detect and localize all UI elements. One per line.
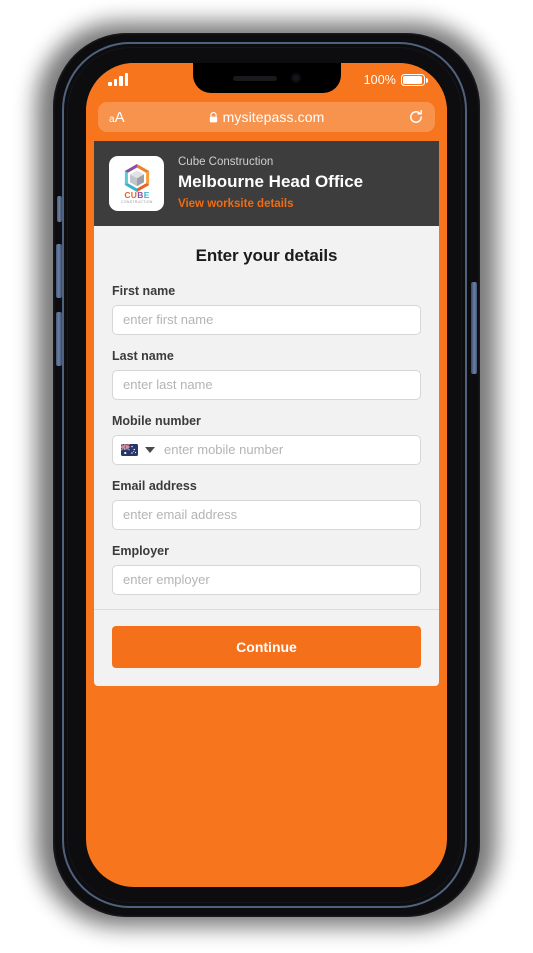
lock-icon xyxy=(209,111,217,122)
browser-toolbar: aA mysitepass.com xyxy=(86,97,447,141)
speaker-grille xyxy=(232,75,277,81)
url-text: mysitepass.com xyxy=(222,109,325,125)
label-last-name: Last name xyxy=(112,348,174,363)
form-footer: Continue xyxy=(94,609,439,686)
field-email-address: Email address enter email address xyxy=(112,479,421,530)
worksite-name: Melbourne Head Office xyxy=(178,171,364,191)
form-title: Enter your details xyxy=(195,245,338,265)
chevron-down-icon[interactable] xyxy=(145,446,155,453)
company-name: Cube Construction xyxy=(178,156,274,168)
status-bar: 100% xyxy=(86,63,447,97)
address-bar-center: mysitepass.com xyxy=(98,109,435,125)
svg-text:CUBE: CUBE xyxy=(124,190,149,200)
address-bar[interactable]: aA mysitepass.com xyxy=(98,102,435,132)
first-name-input[interactable]: enter first name xyxy=(112,304,421,335)
field-first-name: First name enter first name xyxy=(112,284,421,335)
last-name-placeholder: enter last name xyxy=(123,377,213,393)
web-page: CUBE CONSTRUCTION Cube Construction Melb… xyxy=(86,141,447,686)
label-mobile-number: Mobile number xyxy=(112,413,201,428)
mobile-number-input[interactable]: enter mobile number xyxy=(112,434,421,465)
label-email-address: Email address xyxy=(112,478,197,493)
view-worksite-details-link[interactable]: View worksite details xyxy=(178,198,293,210)
volume-up-button[interactable] xyxy=(56,244,62,298)
details-form-panel: Enter your details First name enter firs… xyxy=(94,225,439,610)
device-notch xyxy=(192,63,341,93)
label-first-name: First name xyxy=(112,283,176,298)
employer-placeholder: enter employer xyxy=(123,572,210,588)
cellular-signal-icon xyxy=(108,73,128,86)
phone-screen: 100% aA mysitepass.com CUBE CONSTRUCTION… xyxy=(86,63,447,887)
volume-down-button[interactable] xyxy=(56,312,62,366)
label-employer: Employer xyxy=(112,543,169,558)
screenshot-stage: 100% aA mysitepass.com CUBE CONSTRUCTION… xyxy=(0,0,533,953)
text-size-button[interactable]: aA xyxy=(109,110,125,125)
power-button[interactable] xyxy=(471,282,477,374)
email-address-placeholder: enter email address xyxy=(123,507,238,523)
continue-button[interactable]: Continue xyxy=(112,625,421,668)
battery-percent-label: 100% xyxy=(363,73,396,87)
australia-flag-icon[interactable] xyxy=(121,443,138,456)
employer-input[interactable]: enter employer xyxy=(112,564,421,595)
email-address-input[interactable]: enter email address xyxy=(112,499,421,530)
worksite-meta: Cube Construction Melbourne Head Office … xyxy=(178,155,363,212)
mute-switch-button[interactable] xyxy=(57,196,62,222)
field-employer: Employer enter employer xyxy=(112,544,421,595)
battery-status: 100% xyxy=(363,73,428,87)
front-camera-icon xyxy=(290,73,301,83)
field-mobile-number: Mobile number enter mobile number xyxy=(112,414,421,465)
first-name-placeholder: enter first name xyxy=(123,312,214,328)
svg-text:CONSTRUCTION: CONSTRUCTION xyxy=(121,200,153,204)
reload-icon[interactable] xyxy=(408,109,424,125)
screen-content: 100% aA mysitepass.com CUBE CONSTRUCTION… xyxy=(86,63,447,887)
cube-construction-logo: CUBE CONSTRUCTION xyxy=(109,155,164,211)
mobile-number-placeholder: enter mobile number xyxy=(164,442,284,458)
cube-logo-icon: CUBE CONSTRUCTION xyxy=(121,164,153,204)
worksite-header-card: CUBE CONSTRUCTION Cube Construction Melb… xyxy=(94,141,439,226)
battery-full-icon xyxy=(401,74,428,86)
field-last-name: Last name enter last name xyxy=(112,349,421,400)
last-name-input[interactable]: enter last name xyxy=(112,369,421,400)
